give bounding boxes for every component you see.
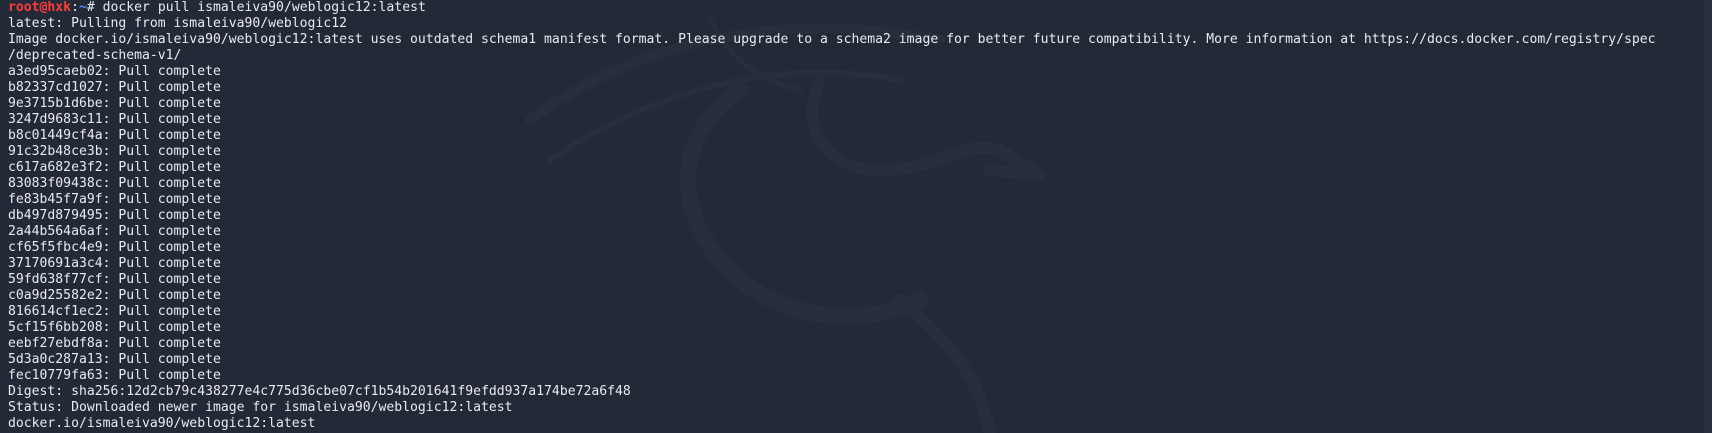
output-line: c0a9d25582e2: Pull complete bbox=[8, 288, 221, 303]
terminal-output: root@hxk:~# docker pull ismaleiva90/webl… bbox=[8, 0, 1682, 432]
prompt-separator: : bbox=[71, 0, 79, 15]
output-line: 816614cf1ec2: Pull complete bbox=[8, 304, 221, 319]
output-line: b8c01449cf4a: Pull complete bbox=[8, 128, 221, 143]
output-line: eebf27ebdf8a: Pull complete bbox=[8, 336, 221, 351]
command-line: root@hxk:~# docker pull ismaleiva90/webl… bbox=[8, 0, 1682, 16]
output-line: 2a44b564a6af: Pull complete bbox=[8, 224, 221, 239]
prompt-symbol: # bbox=[86, 0, 95, 15]
output-line: 5d3a0c287a13: Pull complete bbox=[8, 352, 221, 367]
output-line: 37170691a3c4: Pull complete bbox=[8, 256, 221, 271]
output-line: 59fd638f77cf: Pull complete bbox=[8, 272, 221, 287]
output-lines: latest: Pulling from ismaleiva90/weblogi… bbox=[8, 16, 1682, 432]
scrollbar[interactable] bbox=[1704, 0, 1712, 433]
output-line: Digest: sha256:12d2cb79c438277e4c775d36c… bbox=[8, 384, 631, 399]
output-line: docker.io/ismaleiva90/weblogic12:latest bbox=[8, 416, 316, 431]
output-line: fe83b45f7a9f: Pull complete bbox=[8, 192, 221, 207]
output-line: db497d879495: Pull complete bbox=[8, 208, 221, 223]
output-line: Image docker.io/ismaleiva90/weblogic12:l… bbox=[8, 32, 1656, 47]
output-line: c617a682e3f2: Pull complete bbox=[8, 160, 221, 175]
prompt-path: ~ bbox=[78, 0, 87, 15]
output-line: b82337cd1027: Pull complete bbox=[8, 80, 221, 95]
output-line: 9e3715b1d6be: Pull complete bbox=[8, 96, 221, 111]
prompt-user-host: root@hxk bbox=[8, 0, 72, 15]
output-line: 83083f09438c: Pull complete bbox=[8, 176, 221, 191]
output-line: fec10779fa63: Pull complete bbox=[8, 368, 221, 383]
output-line: latest: Pulling from ismaleiva90/weblogi… bbox=[8, 16, 347, 31]
command-text: docker pull ismaleiva90/weblogic12:lates… bbox=[94, 0, 426, 15]
output-line: a3ed95caeb02: Pull complete bbox=[8, 64, 221, 79]
output-line: /deprecated-schema-v1/ bbox=[8, 48, 182, 63]
output-line: 91c32b48ce3b: Pull complete bbox=[8, 144, 221, 159]
output-line: 5cf15f6bb208: Pull complete bbox=[8, 320, 221, 335]
output-line: 3247d9683c11: Pull complete bbox=[8, 112, 221, 127]
terminal-window[interactable]: root@hxk:~# docker pull ismaleiva90/webl… bbox=[0, 0, 1712, 433]
output-line: Status: Downloaded newer image for ismal… bbox=[8, 400, 513, 415]
output-line: cf65f5fbc4e9: Pull complete bbox=[8, 240, 221, 255]
